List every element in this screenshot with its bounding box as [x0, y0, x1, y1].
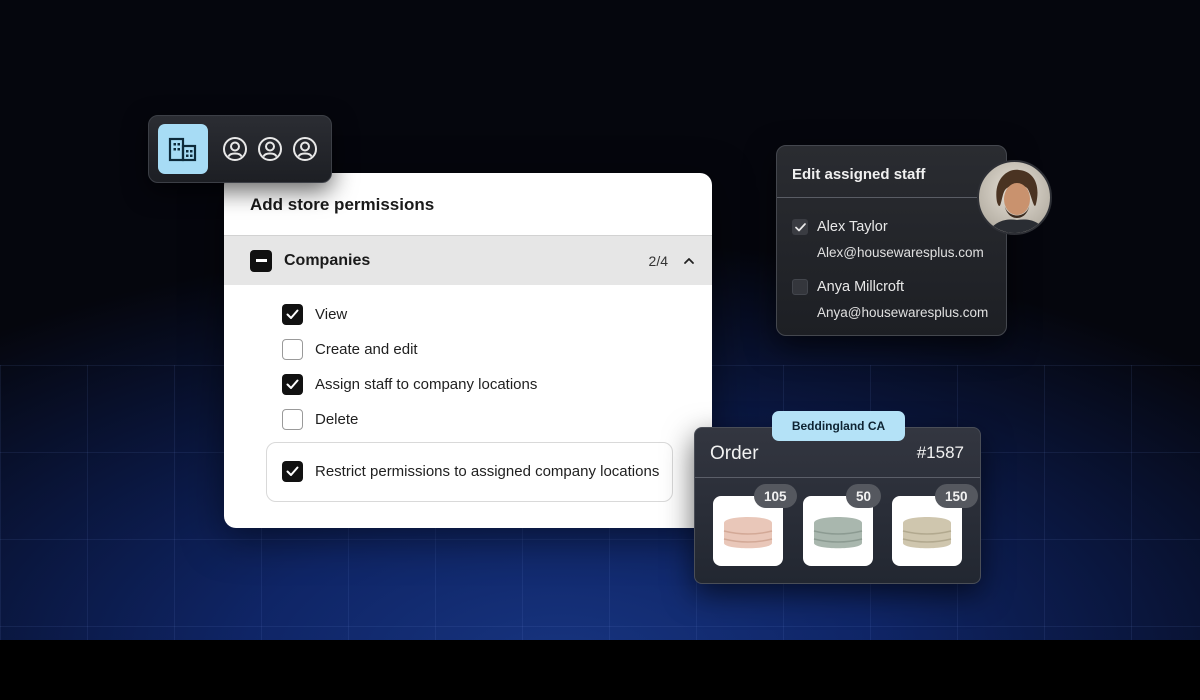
panel-title: Edit assigned staff	[792, 166, 926, 183]
staff-email: Alex@housewaresplus.com	[817, 245, 984, 260]
assigned-staff-panel: Edit assigned staff Alex Taylor Alex@hou…	[776, 145, 1007, 336]
staff-name: Alex Taylor	[817, 219, 888, 235]
location-badge: Beddingland CA	[772, 411, 905, 441]
icon-toolbar	[148, 115, 332, 183]
order-card[interactable]: Order #1587 105 50 150	[694, 427, 981, 584]
staff-checkbox-anya[interactable]	[792, 279, 808, 295]
section-header-companies[interactable]: Companies 2/4	[224, 235, 712, 285]
order-number: #1587	[916, 443, 964, 462]
checkbox-assign-staff[interactable]	[282, 374, 303, 395]
divider	[695, 477, 980, 478]
permission-label: Restrict permissions to assigned company…	[315, 463, 660, 480]
user-circle-icon[interactable]	[292, 136, 318, 162]
permission-item-delete[interactable]: Delete	[282, 409, 358, 430]
permission-item-assign-staff[interactable]: Assign staff to company locations	[282, 374, 537, 395]
quantity-badge: 105	[754, 484, 797, 508]
panel-title: Add store permissions	[250, 195, 435, 214]
user-circle-icon[interactable]	[257, 136, 283, 162]
permission-label: Assign staff to company locations	[315, 376, 538, 393]
quantity-badge: 150	[935, 484, 978, 508]
checkbox-restrict[interactable]	[282, 461, 303, 482]
staff-checkbox-alex[interactable]	[792, 219, 808, 235]
avatar	[977, 160, 1052, 235]
permission-item-create-edit[interactable]: Create and edit	[282, 339, 418, 360]
store-permissions-panel: Add store permissions Companies 2/4 View…	[224, 173, 712, 528]
checkbox-create-edit[interactable]	[282, 339, 303, 360]
section-count: 2/4	[648, 252, 668, 269]
permission-label: View	[315, 306, 348, 323]
chevron-up-icon[interactable]	[682, 254, 696, 268]
section-label: Companies	[284, 251, 371, 269]
quantity-badge: 50	[846, 484, 882, 508]
staff-email: Anya@housewaresplus.com	[817, 305, 989, 320]
staff-name: Anya Millcroft	[817, 279, 905, 295]
permission-item-view[interactable]: View	[282, 304, 347, 325]
permission-label: Delete	[315, 411, 359, 428]
user-circle-icon[interactable]	[222, 136, 248, 162]
checkbox-view[interactable]	[282, 304, 303, 325]
order-label: Order	[710, 443, 759, 464]
checkbox-delete[interactable]	[282, 409, 303, 430]
letterbox-bar	[0, 640, 1200, 700]
permission-item-restrict[interactable]: Restrict permissions to assigned company…	[282, 461, 659, 482]
indeterminate-checkbox[interactable]	[250, 249, 272, 272]
permission-label: Create and edit	[315, 341, 418, 358]
divider	[777, 197, 1006, 198]
building-icon[interactable]	[158, 124, 208, 174]
